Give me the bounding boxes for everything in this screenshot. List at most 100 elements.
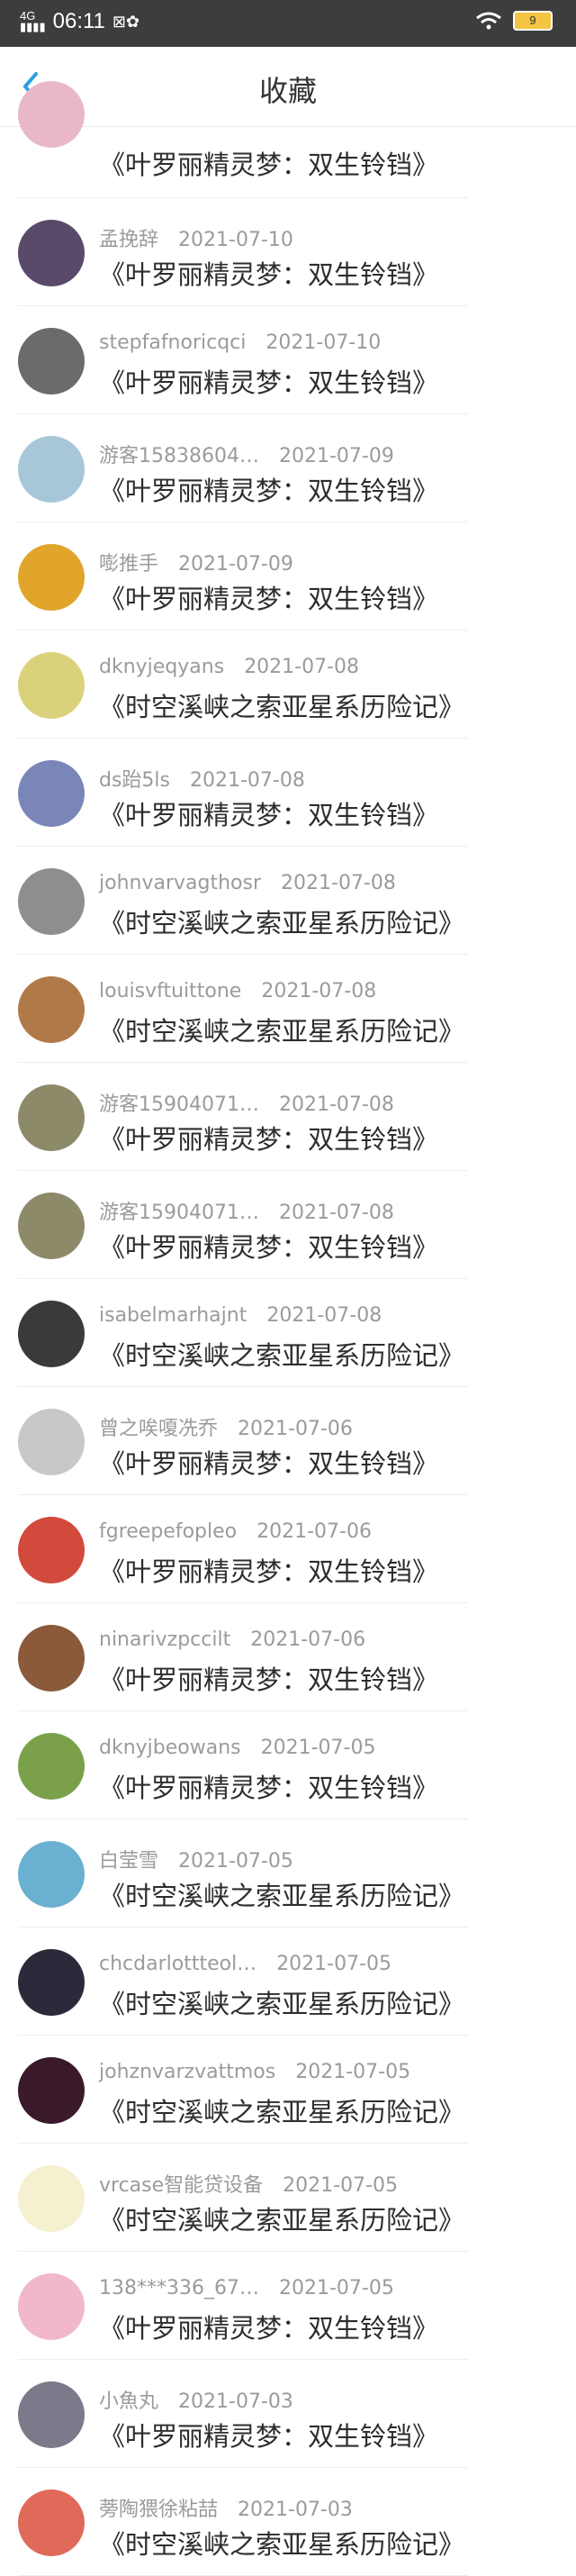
game-title: 《叶罗丽精灵梦：双生铃铛》	[99, 1124, 439, 1155]
game-title: 《时空溪峡之索亚星系历险记》	[99, 1989, 465, 2019]
game-title: 《时空溪峡之索亚星系历险记》	[99, 692, 465, 722]
username: dknyjeqyans	[99, 656, 225, 678]
avatar	[18, 1084, 85, 1151]
list-item[interactable]: 嘭推手 2021-07-09 《叶罗丽精灵梦：双生铃铛》	[0, 522, 576, 630]
username: dknyjbeowans	[99, 1737, 241, 1759]
item-meta: 白莹雪 2021-07-05	[99, 1845, 293, 1873]
list-item[interactable]: louisvftuittone 2021-07-08 《时空溪峡之索亚星系历险记》	[0, 955, 576, 1063]
avatar	[18, 976, 85, 1043]
avatar	[18, 1733, 85, 1800]
list-item[interactable]: johnvarvagthosr 2021-07-08 《时空溪峡之索亚星系历险记》	[0, 847, 576, 955]
username: 曾之唉嗄冼乔	[99, 1418, 219, 1440]
avatar	[18, 544, 85, 611]
avatar	[18, 1301, 85, 1367]
list-item[interactable]: 游客15838604… 2021-07-09 《叶罗丽精灵梦：双生铃铛》	[0, 414, 576, 522]
item-meta: 蒡陶猥徐粘喆 2021-07-03	[99, 2493, 353, 2522]
avatar	[18, 220, 85, 286]
avatar	[18, 1517, 85, 1583]
item-meta: 138***336_67… 2021-07-05	[99, 2277, 394, 2299]
game-title: 《叶罗丽精灵梦：双生铃铛》	[99, 1556, 439, 1587]
list-item[interactable]: 游客15904071… 2021-07-08 《叶罗丽精灵梦：双生铃铛》	[0, 1171, 576, 1279]
list-item[interactable]: johznvarzvattmos 2021-07-05 《时空溪峡之索亚星系历险记》	[0, 2036, 576, 2144]
avatar	[18, 1949, 85, 2016]
list-item[interactable]: ds跆5ls 2021-07-08 《叶罗丽精灵梦：双生铃铛》	[0, 739, 576, 847]
item-meta: johznvarzvattmos 2021-07-05	[99, 2061, 410, 2083]
username: isabelmarhajnt	[99, 1304, 248, 1327]
list-item[interactable]: 游客15904071… 2021-07-08 《叶罗丽精灵梦：双生铃铛》	[0, 1063, 576, 1171]
status-bar: 4G ▮▮▮▮ 06:11 ⊠✿ 9	[0, 0, 576, 47]
game-title: 《叶罗丽精灵梦：双生铃铛》	[99, 2421, 439, 2452]
game-title: 《叶罗丽精灵梦：双生铃铛》	[99, 1232, 439, 1263]
game-title: 《时空溪峡之索亚星系历险记》	[99, 1340, 465, 1371]
game-title: 《时空溪峡之索亚星系历险记》	[99, 2097, 465, 2127]
game-title: 《时空溪峡之索亚星系历险记》	[99, 2529, 465, 2560]
game-title: 《叶罗丽精灵梦：双生铃铛》	[99, 584, 439, 614]
username: ninarivzpccilt	[99, 1628, 231, 1651]
list-item[interactable]: dknyjeqyans 2021-07-08 《时空溪峡之索亚星系历险记》	[0, 630, 576, 739]
item-meta: johnvarvagthosr 2021-07-08	[99, 872, 396, 894]
avatar	[18, 2490, 85, 2556]
date: 2021-07-03	[238, 2499, 353, 2521]
list-item[interactable]: isabelmarhajnt 2021-07-08 《时空溪峡之索亚星系历险记》	[0, 1279, 576, 1387]
list-item[interactable]: vrcase智能贷设备 2021-07-05 《时空溪峡之索亚星系历险记》	[0, 2144, 576, 2252]
avatar	[18, 2381, 85, 2448]
signal-icon: 4G ▮▮▮▮	[20, 9, 46, 33]
item-meta: stepfafnoricqci 2021-07-10	[99, 331, 381, 354]
list-item[interactable]: 白莹雪 2021-07-05 《时空溪峡之索亚星系历险记》	[0, 1819, 576, 1927]
item-meta: louisvftuittone 2021-07-08	[99, 980, 376, 1002]
date: 2021-07-05	[276, 1953, 392, 1975]
item-meta: 小魚丸 2021-07-03	[99, 2385, 293, 2414]
item-meta: dknyjeqyans 2021-07-08	[99, 656, 359, 678]
date: 2021-07-05	[283, 2174, 399, 2197]
avatar	[18, 81, 85, 148]
date: 2021-07-08	[244, 656, 360, 678]
item-meta: 嘭推手 2021-07-09	[99, 548, 293, 576]
game-title: 《叶罗丽精灵梦：双生铃铛》	[99, 1773, 439, 1803]
date: 2021-07-05	[178, 1850, 293, 1873]
item-meta: 曾之唉嗄冼乔 2021-07-06	[99, 1412, 353, 1441]
date: 2021-07-09	[278, 445, 394, 467]
game-title: 《叶罗丽精灵梦：双生铃铛》	[99, 2313, 439, 2344]
list-item[interactable]: 曾之唉嗄冼乔 2021-07-06 《叶罗丽精灵梦：双生铃铛》	[0, 1387, 576, 1495]
date: 2021-07-05	[278, 2277, 394, 2299]
username: johnvarvagthosr	[99, 872, 262, 894]
item-meta: 游客15838604… 2021-07-09	[99, 440, 394, 468]
date: 2021-07-03	[178, 2390, 293, 2413]
username: chcdarlottteol…	[99, 1953, 257, 1975]
list-item[interactable]: 138***336_67… 2021-07-05 《叶罗丽精灵梦：双生铃铛》	[0, 2252, 576, 2360]
username: 白莹雪	[99, 1850, 159, 1873]
item-meta: 孟挽辞 2021-07-10	[99, 223, 293, 252]
list-item[interactable]: 小魚丸 2021-07-03 《叶罗丽精灵梦：双生铃铛》	[0, 2360, 576, 2468]
avatar	[18, 2057, 85, 2124]
username: 游客15838604…	[99, 445, 259, 467]
avatar	[18, 1841, 85, 1908]
list-item[interactable]: dknyjbeowans 2021-07-05 《叶罗丽精灵梦：双生铃铛》	[0, 1711, 576, 1819]
wifi-icon	[476, 12, 501, 30]
username: 游客15904071…	[99, 1093, 259, 1116]
item-meta: isabelmarhajnt 2021-07-08	[99, 1304, 382, 1327]
game-title: 《叶罗丽精灵梦：双生铃铛》	[99, 476, 439, 506]
date: 2021-07-06	[256, 1520, 372, 1543]
avatar	[18, 1409, 85, 1475]
notification-icon: ⊠✿	[112, 12, 140, 31]
item-meta: fgreepefopleo 2021-07-06	[99, 1520, 372, 1543]
network-type: 4G	[20, 9, 36, 23]
game-title: 《时空溪峡之索亚星系历险记》	[99, 1881, 465, 1911]
list-item[interactable]: chcdarlottteol… 2021-07-05 《时空溪峡之索亚星系历险记》	[0, 1927, 576, 2036]
username: 138***336_67…	[99, 2277, 259, 2299]
date: 2021-07-08	[261, 980, 377, 1002]
username: 游客15904071…	[99, 1202, 259, 1224]
username: stepfafnoricqci	[99, 331, 247, 354]
date: 2021-07-08	[266, 1304, 382, 1327]
list-item[interactable]: 《叶罗丽精灵梦：双生铃铛》	[0, 81, 576, 198]
username: 蒡陶猥徐粘喆	[99, 2499, 219, 2521]
list-item[interactable]: 蒡陶猥徐粘喆 2021-07-03 《时空溪峡之索亚星系历险记》	[0, 2468, 576, 2576]
list-item[interactable]: 孟挽辞 2021-07-10 《叶罗丽精灵梦：双生铃铛》	[0, 198, 576, 306]
username: 嘭推手	[99, 553, 159, 576]
list-item[interactable]: ninarivzpccilt 2021-07-06 《叶罗丽精灵梦：双生铃铛》	[0, 1603, 576, 1711]
item-meta: ninarivzpccilt 2021-07-06	[99, 1628, 365, 1651]
list-item[interactable]: fgreepefopleo 2021-07-06 《叶罗丽精灵梦：双生铃铛》	[0, 1495, 576, 1603]
username: 孟挽辞	[99, 229, 159, 251]
item-meta: chcdarlottteol… 2021-07-05	[99, 1953, 392, 1975]
list-item[interactable]: stepfafnoricqci 2021-07-10 《叶罗丽精灵梦：双生铃铛》	[0, 306, 576, 414]
